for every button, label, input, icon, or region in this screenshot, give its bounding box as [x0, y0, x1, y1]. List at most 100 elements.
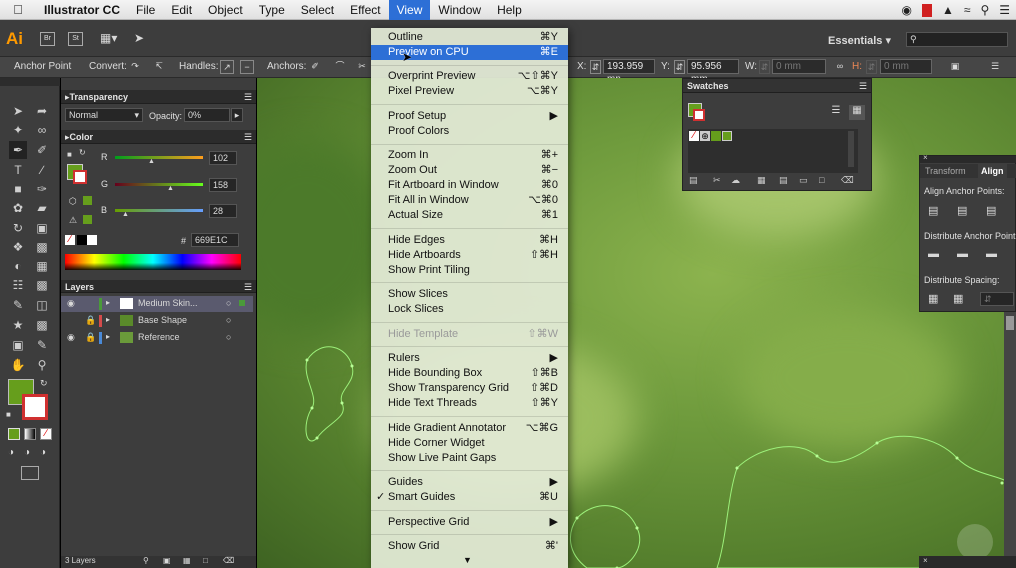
expand-triangle-icon[interactable]: ▸	[106, 298, 110, 307]
menu-type[interactable]: Type	[251, 0, 293, 20]
shape-builder-tool-icon[interactable]: ◐	[9, 257, 27, 275]
menu-item-show-print-tiling[interactable]: Show Print Tiling	[371, 263, 568, 278]
pen-tool-icon[interactable]: ✒	[9, 141, 27, 159]
menu-item-actual-size[interactable]: Actual Size ⌘1	[371, 208, 568, 223]
lasso-tool-icon[interactable]: ∞	[33, 121, 51, 139]
menu-item-fit-all[interactable]: Fit All in Window ⌥⌘0	[371, 193, 568, 208]
panel-menu-icon[interactable]: ☰	[244, 130, 252, 144]
magic-wand-tool-icon[interactable]: ✦	[9, 121, 27, 139]
visibility-eye-icon[interactable]: ◉	[67, 332, 75, 343]
menu-object[interactable]: Object	[200, 0, 251, 20]
menu-item-zoom-in[interactable]: Zoom In ⌘+	[371, 148, 568, 163]
stroke-color-swatch[interactable]	[22, 394, 48, 420]
airplay-icon[interactable]: ▲	[942, 3, 954, 17]
place-swatch-icon[interactable]: ✂	[713, 175, 721, 186]
locate-object-icon[interactable]: ⚲	[143, 556, 149, 565]
menu-view[interactable]: View	[388, 0, 431, 20]
cloud-library-icon[interactable]: ☁	[731, 175, 740, 186]
draw-behind-icon[interactable]: ◑	[24, 447, 30, 458]
notification-center-icon[interactable]: ☰	[999, 3, 1010, 17]
workspace-switcher[interactable]: Essentials ▾	[828, 34, 891, 47]
distribute-spacing-v-icon[interactable]: ▦	[953, 292, 963, 305]
search-input[interactable]: ⚲	[906, 32, 1008, 47]
spacing-field[interactable]: ⇵	[980, 292, 1014, 306]
cut-path-icon[interactable]: ✂	[355, 60, 369, 74]
menu-item-perspective-grid[interactable]: Perspective Grid ▶	[371, 515, 568, 530]
tab-align[interactable]: Align	[978, 164, 1007, 178]
menu-item-hide-corner-widget[interactable]: Hide Corner Widget	[371, 436, 568, 451]
zoom-tool-icon[interactable]: ⚲	[33, 356, 51, 374]
menu-item-fit-artboard[interactable]: Fit Artboard in Window ⌘0	[371, 178, 568, 193]
column-graph-tool-icon[interactable]: ▩	[33, 316, 51, 334]
control-panel-menu-icon[interactable]: ☰	[988, 60, 1002, 74]
menu-item-hide-bounding-box[interactable]: Hide Bounding Box ⇧⌘B	[371, 366, 568, 381]
distribute-top-icon[interactable]: ▬	[928, 248, 939, 260]
swatches-panel-header[interactable]: Swatches ☰	[683, 79, 871, 93]
menu-item-pixel-preview[interactable]: Pixel Preview ⌥⌘Y	[371, 84, 568, 99]
menu-item-preview-on-cpu[interactable]: Preview on CPU ⌘E	[371, 45, 568, 60]
panel-menu-icon[interactable]: ☰	[244, 280, 252, 294]
opacity-field[interactable]: 0%	[184, 108, 230, 122]
distribute-bottom-icon[interactable]: ▬	[986, 248, 997, 260]
hand-tool-icon[interactable]: ✋	[9, 356, 27, 374]
target-icon[interactable]: ○	[226, 298, 231, 308]
lock-icon[interactable]: 🔒	[85, 315, 96, 326]
swatch-libraries-icon[interactable]: ▤	[689, 175, 698, 186]
black-color-swatch[interactable]	[77, 235, 87, 245]
color-swatch[interactable]	[711, 131, 721, 141]
blend-mode-select[interactable]: Normal ▾	[65, 108, 143, 122]
expand-triangle-icon[interactable]: ▸	[106, 315, 110, 324]
panel-menu-icon[interactable]: ☰	[859, 79, 867, 93]
menu-app-name[interactable]: Illustrator CC	[36, 0, 128, 20]
none-color-icon[interactable]: ∕	[65, 235, 75, 245]
color-spectrum-bar[interactable]	[65, 254, 241, 270]
type-tool-icon[interactable]: T	[9, 161, 27, 179]
width-tool-icon[interactable]: ❖	[9, 238, 27, 256]
registration-swatch[interactable]: ⊕	[700, 131, 710, 141]
selection-tool-icon[interactable]: ➤	[9, 102, 27, 120]
target-icon[interactable]: ○	[226, 332, 231, 342]
connect-anchor-icon[interactable]: ⌒	[333, 60, 347, 74]
menu-item-guides[interactable]: Guides ▶	[371, 475, 568, 490]
free-transform-tool-icon[interactable]: ▩	[33, 238, 51, 256]
color-panel-header[interactable]: ▸Color ☰	[61, 130, 256, 144]
x-field[interactable]: 193.959 mn	[603, 59, 655, 85]
menu-item-hide-gradient-annotator[interactable]: Hide Gradient Annotator ⌥⌘G	[371, 421, 568, 436]
default-colors-icon[interactable]: ■	[67, 150, 72, 159]
convert-smooth-icon[interactable]: ↸	[152, 60, 166, 74]
default-fill-stroke-icon[interactable]: ■	[6, 410, 11, 419]
out-of-gamut-icon[interactable]: ⚠	[69, 215, 77, 226]
line-tool-icon[interactable]: ∕	[33, 161, 51, 179]
vector-path[interactable]	[569, 505, 640, 568]
new-layer-icon[interactable]: □	[203, 556, 208, 565]
rotate-tool-icon[interactable]: ↻	[9, 219, 27, 237]
menu-item-outline[interactable]: Outline ⌘Y	[371, 30, 568, 45]
curvature-tool-icon[interactable]: ✐	[33, 141, 51, 159]
screen-mode-icon[interactable]	[21, 466, 39, 480]
remove-anchor-icon[interactable]: ✐	[308, 60, 322, 74]
layer-name[interactable]: Reference	[138, 332, 180, 342]
h-stepper-icon[interactable]: ⇵	[866, 60, 877, 74]
menu-item-overprint-preview[interactable]: Overprint Preview ⌥⇧⌘Y	[371, 69, 568, 84]
new-color-group-icon[interactable]: ▭	[799, 175, 808, 186]
tab-transform[interactable]: Transform	[925, 166, 966, 176]
menu-window[interactable]: Window	[430, 0, 489, 20]
menu-item-show-grid[interactable]: Show Grid ⌘'	[371, 539, 568, 554]
stock-button[interactable]: St	[68, 32, 83, 46]
r-field[interactable]: 102	[209, 151, 237, 165]
layers-panel-header[interactable]: Layers ☰	[61, 280, 256, 293]
convert-corner-icon[interactable]: ↷	[128, 60, 142, 74]
color-stroke-swatch[interactable]	[73, 170, 87, 184]
draw-normal-icon[interactable]: ◑	[8, 447, 14, 458]
menu-select[interactable]: Select	[293, 0, 342, 20]
direct-selection-tool-icon[interactable]: ➦	[33, 102, 51, 120]
y-field[interactable]: 95.956 mm	[687, 59, 739, 85]
new-sublayer-icon[interactable]: ▦	[183, 556, 191, 565]
menu-item-hide-artboards[interactable]: Hide Artboards ⇧⌘H	[371, 248, 568, 263]
menu-item-rulers[interactable]: Rulers ▶	[371, 351, 568, 366]
menu-item-proof-colors[interactable]: Proof Colors	[371, 124, 568, 139]
align-right-icon[interactable]: ▤	[986, 204, 996, 217]
align-center-icon[interactable]: ▤	[957, 204, 967, 217]
menu-effect[interactable]: Effect	[342, 0, 388, 20]
eyedropper-tool-icon[interactable]: ✎	[9, 296, 27, 314]
